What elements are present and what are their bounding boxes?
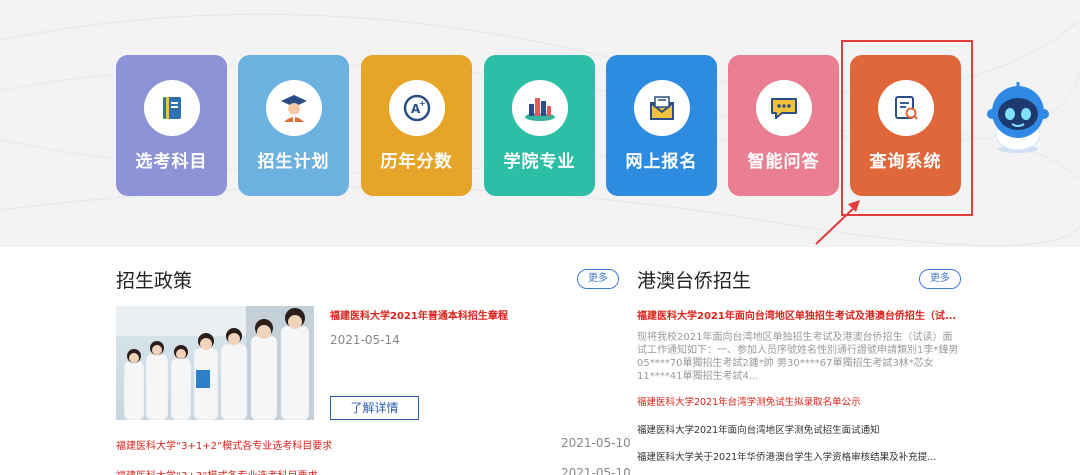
tile-subject-selection[interactable]: 选考科目 [116, 55, 227, 196]
tile-smart-qa[interactable]: 智能问答 [728, 55, 839, 196]
graduate-icon [266, 80, 322, 136]
annotation-arrow-icon [815, 200, 860, 245]
more-button-policy[interactable]: 更多 [577, 269, 619, 289]
more-button-hk-macao-taiwan[interactable]: 更多 [919, 269, 961, 289]
section-title-admission-policy: 招生政策 [116, 270, 193, 292]
hmt-news-item-link[interactable]: 福建医科大学2021年台湾学测免试生拟录取名单公示 [637, 394, 861, 408]
tile-label: 智能问答 [747, 152, 820, 172]
grade-a-plus-icon: A + [389, 80, 445, 136]
tile-online-registration[interactable]: 网上报名 [606, 55, 717, 196]
book-icon [144, 80, 200, 136]
featured-policy-date: 2021-05-14 [330, 333, 400, 347]
robot-assistant-icon[interactable] [984, 82, 1052, 154]
highlight-annotation-box [841, 40, 973, 216]
tile-label: 网上报名 [625, 152, 698, 172]
tile-label: 历年分数 [380, 152, 453, 172]
chat-bubble-icon [756, 80, 812, 136]
section-title-hk-macao-taiwan: 港澳台侨招生 [637, 270, 752, 292]
tile-enrollment-plan[interactable]: 招生计划 [238, 55, 349, 196]
policy-list-item-date: 2021-05-10 [561, 436, 631, 450]
campus-buildings-icon [512, 80, 568, 136]
tile-historical-scores[interactable]: A + 历年分数 [361, 55, 472, 196]
tile-colleges-majors[interactable]: 学院专业 [484, 55, 595, 196]
policy-list-item-link[interactable]: 福建医科大学“3+1+2”模式各专业选考科目要求 [116, 437, 332, 452]
hero-banner: 选考科目 招生计划 A + 历年分数 学院专业 网上报名 智能问答 查询系统 [0, 0, 1080, 247]
learn-more-button[interactable]: 了解详情 [330, 396, 419, 420]
tile-label: 选考科目 [135, 152, 208, 172]
policy-list-item-link[interactable]: 福建医科大学“3+3”模式各专业选考科目要求 [116, 467, 317, 475]
hmt-news-item-link[interactable]: 福建医科大学关于2021年华侨港澳台学生入学资格审核结果及补充提... [637, 449, 936, 463]
featured-policy-title-link[interactable]: 福建医科大学2021年普通本科招生章程 [330, 307, 508, 322]
hmt-news-item-link[interactable]: 福建医科大学2021年面向台湾地区学测免试招生面试通知 [637, 422, 880, 436]
tile-label: 招生计划 [257, 152, 330, 172]
featured-hmt-summary: 现将我校2021年面向台湾地区单独招生考试及港澳台侨招生（试读）面试工作通知如下… [637, 332, 959, 382]
featured-photo[interactable] [116, 306, 314, 420]
featured-hmt-title-link[interactable]: 福建医科大学2021年面向台湾地区单独招生考试及港澳台侨招生（试... [637, 307, 956, 322]
svg-text:+: + [419, 99, 426, 108]
policy-list-item-date: 2021-05-10 [561, 466, 631, 475]
tile-label: 学院专业 [503, 152, 576, 172]
envelope-icon [634, 80, 690, 136]
